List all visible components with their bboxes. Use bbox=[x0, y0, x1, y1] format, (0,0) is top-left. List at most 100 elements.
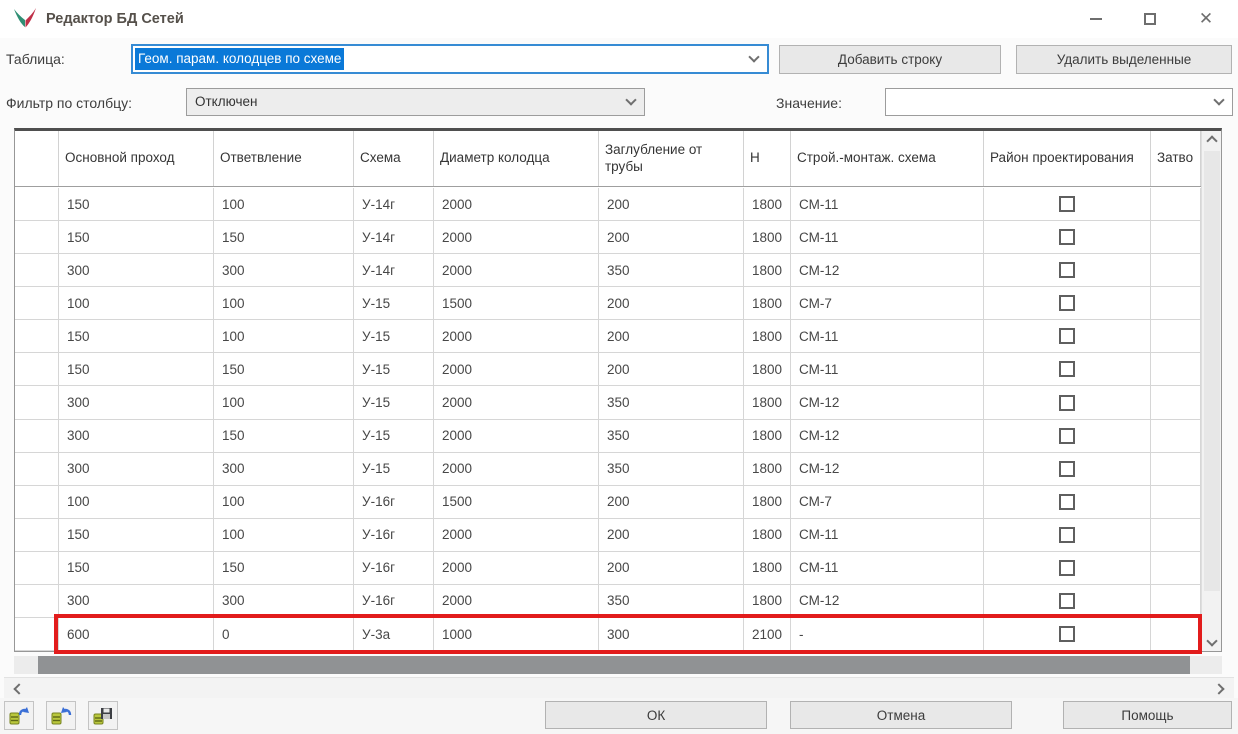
column-header-9[interactable]: Затво bbox=[1151, 131, 1201, 186]
table-cell[interactable]: 200 bbox=[599, 552, 744, 584]
table-row[interactable]: 150100У-14г20002001800СМ-11 bbox=[15, 188, 1201, 221]
table-cell-rayon[interactable] bbox=[984, 287, 1151, 319]
table-cell-zatvor[interactable] bbox=[1151, 519, 1201, 551]
column-header-7[interactable]: Строй.-монтаж. схема bbox=[791, 131, 984, 186]
table-cell[interactable]: 350 bbox=[599, 386, 744, 418]
row-selector[interactable] bbox=[15, 386, 59, 418]
rayon-checkbox[interactable] bbox=[1059, 560, 1075, 576]
table-cell[interactable]: 350 bbox=[599, 420, 744, 452]
table-cell[interactable]: У-15 bbox=[354, 386, 434, 418]
table-cell[interactable]: 200 bbox=[599, 353, 744, 385]
table-row[interactable]: 100100У-16г15002001800СМ-7 bbox=[15, 486, 1201, 519]
table-cell[interactable]: СМ-7 bbox=[791, 486, 984, 518]
table-cell[interactable]: 100 bbox=[214, 519, 354, 551]
table-cell[interactable]: 100 bbox=[214, 287, 354, 319]
row-selector[interactable] bbox=[15, 453, 59, 485]
row-selector[interactable] bbox=[15, 420, 59, 452]
table-cell[interactable]: СМ-12 bbox=[791, 453, 984, 485]
row-selector[interactable] bbox=[15, 320, 59, 352]
table-cell[interactable]: 2000 bbox=[434, 221, 599, 253]
table-cell-rayon[interactable] bbox=[984, 552, 1151, 584]
table-cell[interactable]: У-15 bbox=[354, 287, 434, 319]
table-cell[interactable]: У-16г bbox=[354, 585, 434, 617]
filter-select[interactable]: Отключен bbox=[186, 88, 645, 116]
table-cell[interactable]: 200 bbox=[599, 287, 744, 319]
table-cell[interactable]: 1000 bbox=[434, 618, 599, 650]
rayon-checkbox[interactable] bbox=[1059, 262, 1075, 278]
table-cell[interactable]: 150 bbox=[59, 221, 214, 253]
table-cell[interactable]: 150 bbox=[214, 552, 354, 584]
db-undo-button[interactable] bbox=[4, 701, 34, 730]
table-cell[interactable]: У-14г bbox=[354, 221, 434, 253]
cancel-button[interactable]: Отмена bbox=[790, 701, 1012, 729]
grid-horizontal-scrollbar[interactable] bbox=[14, 656, 1222, 674]
table-row[interactable]: 150100У-1520002001800СМ-11 bbox=[15, 320, 1201, 353]
table-cell[interactable]: 1800 bbox=[744, 254, 791, 286]
table-cell[interactable]: СМ-12 bbox=[791, 386, 984, 418]
table-cell[interactable]: У-16г bbox=[354, 486, 434, 518]
scroll-down-button[interactable] bbox=[1202, 632, 1222, 650]
column-header-6[interactable]: Н bbox=[744, 131, 791, 186]
rayon-checkbox[interactable] bbox=[1059, 428, 1075, 444]
table-cell-zatvor[interactable] bbox=[1151, 188, 1201, 220]
rayon-checkbox[interactable] bbox=[1059, 361, 1075, 377]
rayon-checkbox[interactable] bbox=[1059, 295, 1075, 311]
table-cell-rayon[interactable] bbox=[984, 453, 1151, 485]
table-row[interactable]: 300150У-1520003501800СМ-12 bbox=[15, 420, 1201, 453]
table-cell[interactable]: У-16г bbox=[354, 519, 434, 551]
table-cell[interactable]: СМ-11 bbox=[791, 519, 984, 551]
table-cell[interactable]: 100 bbox=[59, 287, 214, 319]
table-cell[interactable]: 100 bbox=[214, 386, 354, 418]
table-cell[interactable]: 150 bbox=[59, 353, 214, 385]
table-row[interactable]: 150150У-16г20002001800СМ-11 bbox=[15, 552, 1201, 585]
table-cell[interactable]: 300 bbox=[214, 585, 354, 617]
db-redo-button[interactable] bbox=[46, 701, 76, 730]
table-cell[interactable]: 100 bbox=[214, 188, 354, 220]
rayon-checkbox[interactable] bbox=[1059, 229, 1075, 245]
table-cell[interactable]: 300 bbox=[214, 453, 354, 485]
table-cell[interactable]: 150 bbox=[214, 420, 354, 452]
table-cell-rayon[interactable] bbox=[984, 188, 1151, 220]
rayon-checkbox[interactable] bbox=[1059, 527, 1075, 543]
table-cell[interactable]: СМ-12 bbox=[791, 254, 984, 286]
rayon-checkbox[interactable] bbox=[1059, 461, 1075, 477]
delete-selected-button[interactable]: Удалить выделенные bbox=[1016, 45, 1232, 74]
table-cell[interactable]: У-15 bbox=[354, 453, 434, 485]
help-button[interactable]: Помощь bbox=[1063, 701, 1232, 729]
table-cell-zatvor[interactable] bbox=[1151, 420, 1201, 452]
column-header-3[interactable]: Схема bbox=[354, 131, 434, 186]
column-header-0[interactable] bbox=[15, 131, 59, 186]
table-cell-rayon[interactable] bbox=[984, 221, 1151, 253]
table-cell[interactable]: У-3а bbox=[354, 618, 434, 650]
rayon-checkbox[interactable] bbox=[1059, 626, 1075, 642]
table-cell[interactable]: 2000 bbox=[434, 585, 599, 617]
table-cell[interactable]: 1800 bbox=[744, 420, 791, 452]
table-cell-zatvor[interactable] bbox=[1151, 353, 1201, 385]
table-cell[interactable]: 1800 bbox=[744, 519, 791, 551]
table-row[interactable]: 150100У-16г20002001800СМ-11 bbox=[15, 519, 1201, 552]
table-cell[interactable]: СМ-11 bbox=[791, 188, 984, 220]
row-selector[interactable] bbox=[15, 188, 59, 220]
table-row[interactable]: 300300У-14г20003501800СМ-12 bbox=[15, 254, 1201, 287]
table-cell-rayon[interactable] bbox=[984, 320, 1151, 352]
table-cell[interactable]: 300 bbox=[59, 420, 214, 452]
column-header-8[interactable]: Район проектирования bbox=[984, 131, 1151, 186]
table-cell[interactable]: 2000 bbox=[434, 254, 599, 286]
row-selector[interactable] bbox=[15, 552, 59, 584]
table-cell[interactable]: 2000 bbox=[434, 386, 599, 418]
table-cell[interactable]: 350 bbox=[599, 453, 744, 485]
rayon-checkbox[interactable] bbox=[1059, 494, 1075, 510]
table-cell[interactable]: 100 bbox=[214, 486, 354, 518]
table-cell[interactable]: 300 bbox=[59, 254, 214, 286]
table-cell[interactable]: 100 bbox=[59, 486, 214, 518]
column-header-4[interactable]: Диаметр колодца bbox=[434, 131, 599, 186]
value-select[interactable] bbox=[885, 88, 1233, 116]
table-cell[interactable]: 300 bbox=[59, 453, 214, 485]
table-cell[interactable]: СМ-12 bbox=[791, 420, 984, 452]
table-cell[interactable]: 600 bbox=[59, 618, 214, 650]
table-cell[interactable]: 1800 bbox=[744, 552, 791, 584]
table-cell[interactable]: СМ-11 bbox=[791, 552, 984, 584]
table-cell-zatvor[interactable] bbox=[1151, 618, 1201, 650]
table-cell[interactable]: 2000 bbox=[434, 188, 599, 220]
table-cell-zatvor[interactable] bbox=[1151, 585, 1201, 617]
